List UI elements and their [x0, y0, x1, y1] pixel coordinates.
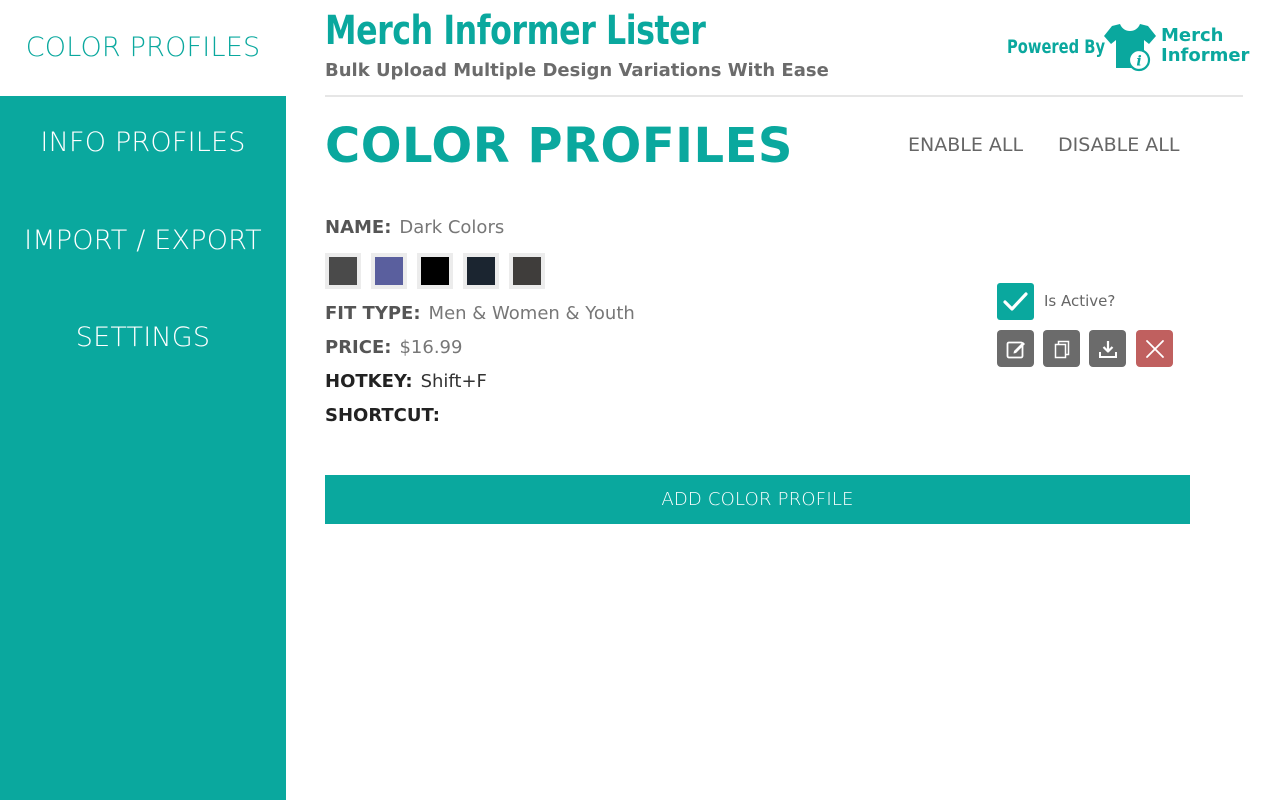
sidebar-item-settings[interactable]: SETTINGS: [0, 322, 286, 353]
disable-all-button[interactable]: DISABLE ALL: [1058, 134, 1179, 156]
header-divider: [325, 95, 1243, 97]
copy-button[interactable]: [1043, 330, 1080, 367]
copy-icon: [1054, 340, 1069, 358]
logo-text-line2: Informer: [1161, 45, 1250, 66]
shortcut-label: SHORTCUT:: [325, 405, 440, 426]
profile-name-row: NAME: Dark Colors: [325, 217, 504, 238]
page-title: COLOR PROFILES: [325, 118, 793, 174]
swatch-color: [467, 257, 495, 285]
powered-by-label: Powered By: [1007, 36, 1106, 58]
enable-all-button[interactable]: ENABLE ALL: [908, 134, 1023, 156]
profile-price-row: PRICE: $16.99: [325, 337, 462, 358]
is-active-label: Is Active?: [1044, 292, 1116, 310]
swatch-color: [375, 257, 403, 285]
tshirt-info-icon: i: [1104, 24, 1156, 72]
is-active-checkbox[interactable]: [997, 283, 1034, 320]
profile-shortcut-row: SHORTCUT:: [325, 405, 448, 426]
app-subtitle: Bulk Upload Multiple Design Variations W…: [325, 60, 829, 81]
profile-name-value: Dark Colors: [399, 217, 505, 238]
add-color-profile-button[interactable]: ADD COLOR PROFILE: [325, 475, 1190, 524]
profile-fit-type-row: FIT TYPE: Men & Women & Youth: [325, 303, 635, 324]
sidebar: COLOR PROFILES INFO PROFILES IMPORT / EX…: [0, 0, 286, 800]
color-swatches: [325, 253, 555, 289]
sidebar-item-color-profiles[interactable]: COLOR PROFILES: [0, 0, 286, 96]
sidebar-item-info-profiles[interactable]: INFO PROFILES: [0, 127, 286, 158]
profile-hotkey-row: HOTKEY: Shift+F: [325, 371, 487, 392]
logo-text: Merch Informer: [1161, 26, 1249, 66]
color-swatch: [325, 253, 361, 289]
color-swatch: [463, 253, 499, 289]
checkmark-icon: [1003, 292, 1028, 311]
price-label: PRICE:: [325, 337, 392, 358]
fit-type-label: FIT TYPE:: [325, 303, 421, 324]
color-swatch: [509, 253, 545, 289]
color-swatch: [371, 253, 407, 289]
hotkey-value: Shift+F: [420, 371, 487, 392]
edit-icon: [1006, 341, 1025, 358]
logo-text-line1: Merch: [1161, 25, 1224, 46]
fit-type-value: Men & Women & Youth: [428, 303, 635, 324]
swatch-color: [513, 257, 541, 285]
edit-button[interactable]: [997, 330, 1034, 367]
swatch-color: [329, 257, 357, 285]
delete-button[interactable]: [1136, 330, 1173, 367]
color-swatch: [417, 253, 453, 289]
close-icon: [1145, 339, 1164, 358]
swatch-color: [421, 257, 449, 285]
hotkey-label: HOTKEY:: [325, 371, 413, 392]
sidebar-item-import-export[interactable]: IMPORT / EXPORT: [0, 225, 286, 256]
download-button[interactable]: [1089, 330, 1126, 367]
price-value: $16.99: [399, 337, 463, 358]
download-icon: [1098, 340, 1117, 358]
svg-text:i: i: [1136, 54, 1141, 70]
app-title: Merch Informer Lister: [325, 8, 706, 54]
profile-name-label: NAME:: [325, 217, 392, 238]
